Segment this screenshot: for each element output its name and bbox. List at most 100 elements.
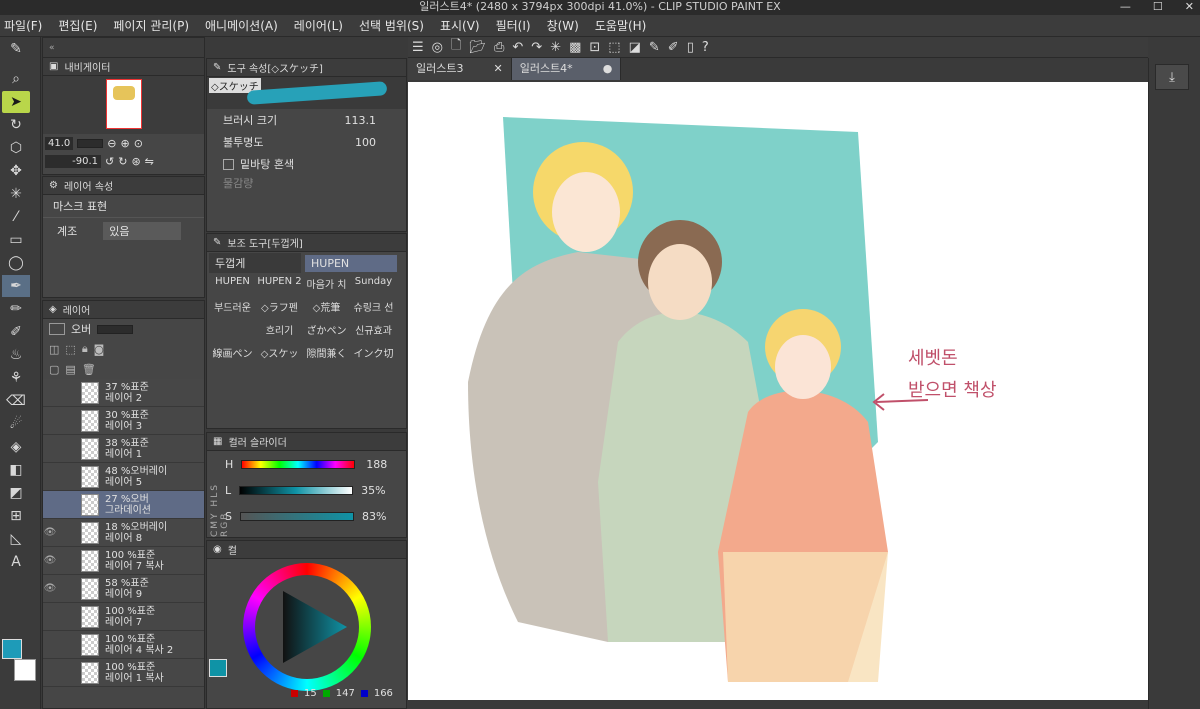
zoom-out-icon[interactable]: ⊖ bbox=[107, 137, 116, 150]
layer-row[interactable]: 48 %오버레이 레이어 5 bbox=[43, 463, 204, 491]
frame-icon[interactable]: ⊞ bbox=[2, 505, 30, 527]
figure-icon[interactable]: ◩ bbox=[2, 482, 30, 504]
lightness-value[interactable]: 35% bbox=[361, 484, 385, 497]
reference-icon[interactable]: ⬚ bbox=[65, 343, 75, 356]
new-file-icon[interactable]: 🗋 bbox=[451, 36, 461, 58]
rect-select-icon[interactable]: ▭ bbox=[2, 229, 30, 251]
lightness-slider[interactable] bbox=[239, 485, 354, 495]
main-color-swatch[interactable] bbox=[2, 639, 22, 659]
menu-layer[interactable]: 레이어(L) bbox=[294, 17, 343, 34]
brush-item[interactable]: 마음가 치 bbox=[303, 276, 350, 299]
fill-icon[interactable]: ◈ bbox=[2, 436, 30, 458]
menu-page[interactable]: 페이지 관리(P) bbox=[113, 17, 189, 34]
invert-selection-icon[interactable]: ◪ bbox=[629, 40, 641, 55]
close-icon[interactable]: ✕ bbox=[1185, 0, 1194, 14]
canvas-paper[interactable]: 세벳돈 받으면 책상 bbox=[408, 82, 1148, 700]
fill-selection-icon[interactable]: ▩ bbox=[569, 40, 581, 55]
navigator-preview[interactable] bbox=[43, 76, 204, 134]
tab-illust3-close-icon[interactable]: ✕ bbox=[493, 58, 502, 80]
layer-row[interactable]: 👁︎ 18 %오버레이 레이어 8 bbox=[43, 519, 204, 547]
operation-tool-icon[interactable]: ➤ bbox=[2, 91, 30, 113]
brush-item[interactable]: HUPEN 2 bbox=[256, 276, 303, 299]
tone-select[interactable]: 있음 bbox=[103, 222, 182, 240]
menu-animation[interactable]: 애니메이션(A) bbox=[205, 17, 278, 34]
zoom-tool-icon[interactable]: ⌕ bbox=[2, 68, 30, 90]
brush-item[interactable]: HUPEN bbox=[209, 276, 256, 299]
clear-icon[interactable]: ✳ bbox=[550, 40, 561, 55]
layer-row[interactable]: 100 %표준 레이어 1 복사 bbox=[43, 659, 204, 687]
redo-icon[interactable]: ↷ bbox=[531, 40, 542, 55]
layer-row[interactable]: 27 %오버 그라데이션 bbox=[43, 491, 204, 519]
brush-item[interactable]: 線画ペン bbox=[209, 345, 256, 368]
brush-item[interactable]: 흐리기 bbox=[256, 322, 303, 345]
3d-tool-icon[interactable]: ⬡ bbox=[2, 137, 30, 159]
clip-icon[interactable]: ◫ bbox=[49, 343, 59, 356]
panel-collapse-bar[interactable]: « bbox=[43, 38, 204, 58]
opacity-value[interactable]: 100 bbox=[355, 136, 376, 149]
hue-slider[interactable] bbox=[241, 459, 356, 469]
eraser-icon[interactable]: ⌫ bbox=[2, 390, 30, 412]
brush-item[interactable]: ざかペン bbox=[303, 322, 350, 345]
pencil-icon[interactable]: ✏ bbox=[2, 298, 30, 320]
auto-select-icon[interactable]: ✳ bbox=[2, 183, 30, 205]
open-file-icon[interactable]: 📂︎ bbox=[469, 40, 486, 55]
tab-rgb[interactable]: RGB bbox=[220, 512, 230, 537]
tab-illust3[interactable]: 일러스트3 ✕ bbox=[408, 58, 512, 80]
menu-icon[interactable]: ☰ bbox=[412, 40, 424, 55]
menu-file[interactable]: 파일(F) bbox=[4, 17, 42, 34]
lasso-icon[interactable]: ◯ bbox=[2, 252, 30, 274]
layer-color-box[interactable] bbox=[49, 323, 65, 335]
blend-icon[interactable]: ☄ bbox=[2, 413, 30, 435]
brush-settings-icon[interactable]: ✐ bbox=[668, 40, 679, 55]
layer-opacity-slider[interactable] bbox=[97, 324, 134, 334]
mask-icon[interactable]: ◙ bbox=[94, 343, 105, 356]
layer-row[interactable]: 37 %표준 레이어 2 bbox=[43, 379, 204, 407]
color-mode-tabs[interactable]: CMY HLS RGB bbox=[210, 457, 230, 537]
new-layer-icon[interactable]: ▢ bbox=[49, 363, 59, 376]
decoration-icon[interactable]: ⚘ bbox=[2, 367, 30, 389]
zoom-value[interactable]: 41.0 bbox=[45, 136, 74, 150]
color-triangle[interactable] bbox=[243, 563, 371, 691]
maximize-icon[interactable]: ☐ bbox=[1153, 0, 1163, 14]
brush-item[interactable]: 신규효과 bbox=[350, 322, 397, 345]
text-icon[interactable]: A bbox=[2, 551, 30, 573]
layer-row[interactable]: 100 %표준 레이어 4 복사 2 bbox=[43, 631, 204, 659]
tab-hupen[interactable]: HUPEN bbox=[305, 254, 397, 272]
eyedropper-icon[interactable]: ⁄ bbox=[2, 206, 30, 228]
help-icon[interactable]: ? bbox=[702, 40, 709, 55]
rotate-right-icon[interactable]: ↻ bbox=[118, 155, 127, 168]
tab-illust4-dot-icon[interactable]: ● bbox=[603, 58, 613, 80]
brush-item[interactable]: 부드러운 bbox=[209, 299, 256, 322]
move-tool-icon[interactable]: ✥ bbox=[2, 160, 30, 182]
brush-item[interactable] bbox=[209, 322, 256, 345]
menu-window[interactable]: 창(W) bbox=[547, 17, 579, 34]
zoom-slider[interactable] bbox=[77, 138, 104, 148]
layer-row[interactable]: 👁︎ 100 %표준 레이어 7 복사 bbox=[43, 547, 204, 575]
brush-icon[interactable]: ✐ bbox=[2, 321, 30, 343]
gradient-icon[interactable]: ◧ bbox=[2, 459, 30, 481]
deselect-icon[interactable]: ⬚ bbox=[608, 40, 620, 55]
eye-icon[interactable]: 👁︎ bbox=[43, 527, 57, 538]
layer-row[interactable]: 👁︎ 58 %표준 레이어 9 bbox=[43, 575, 204, 603]
tab-cmy[interactable]: CMY bbox=[210, 511, 220, 537]
brush-item[interactable]: 隙間兼く bbox=[303, 345, 350, 368]
saturation-slider[interactable] bbox=[239, 511, 354, 521]
menu-edit[interactable]: 편집(E) bbox=[58, 17, 97, 34]
brush-item[interactable]: Sunday bbox=[350, 276, 397, 299]
tab-illust4[interactable]: 일러스트4* ● bbox=[511, 58, 622, 80]
menu-view[interactable]: 표시(V) bbox=[440, 17, 480, 34]
sub-color-swatch[interactable] bbox=[14, 659, 36, 681]
reset-rotation-icon[interactable]: ⊛ bbox=[131, 155, 140, 168]
pen-tool-icon[interactable]: ✎ bbox=[2, 38, 30, 60]
fit-icon[interactable]: ⊙ bbox=[134, 137, 143, 150]
brush-item[interactable]: ◇スケッ bbox=[256, 345, 303, 368]
blend-mode-select[interactable]: 오버 bbox=[71, 321, 91, 337]
eye-icon[interactable]: 👁︎ bbox=[43, 555, 57, 566]
saturation-value[interactable]: 83% bbox=[362, 510, 386, 523]
delete-layer-icon[interactable]: 🗑︎ bbox=[82, 363, 96, 376]
airbrush-icon[interactable]: ♨ bbox=[2, 344, 30, 366]
layer-row[interactable]: 38 %표준 레이어 1 bbox=[43, 435, 204, 463]
save-icon[interactable]: ⎙ bbox=[494, 40, 504, 55]
new-folder-icon[interactable]: ▤ bbox=[65, 363, 75, 376]
underlay-checkbox[interactable] bbox=[223, 158, 234, 170]
